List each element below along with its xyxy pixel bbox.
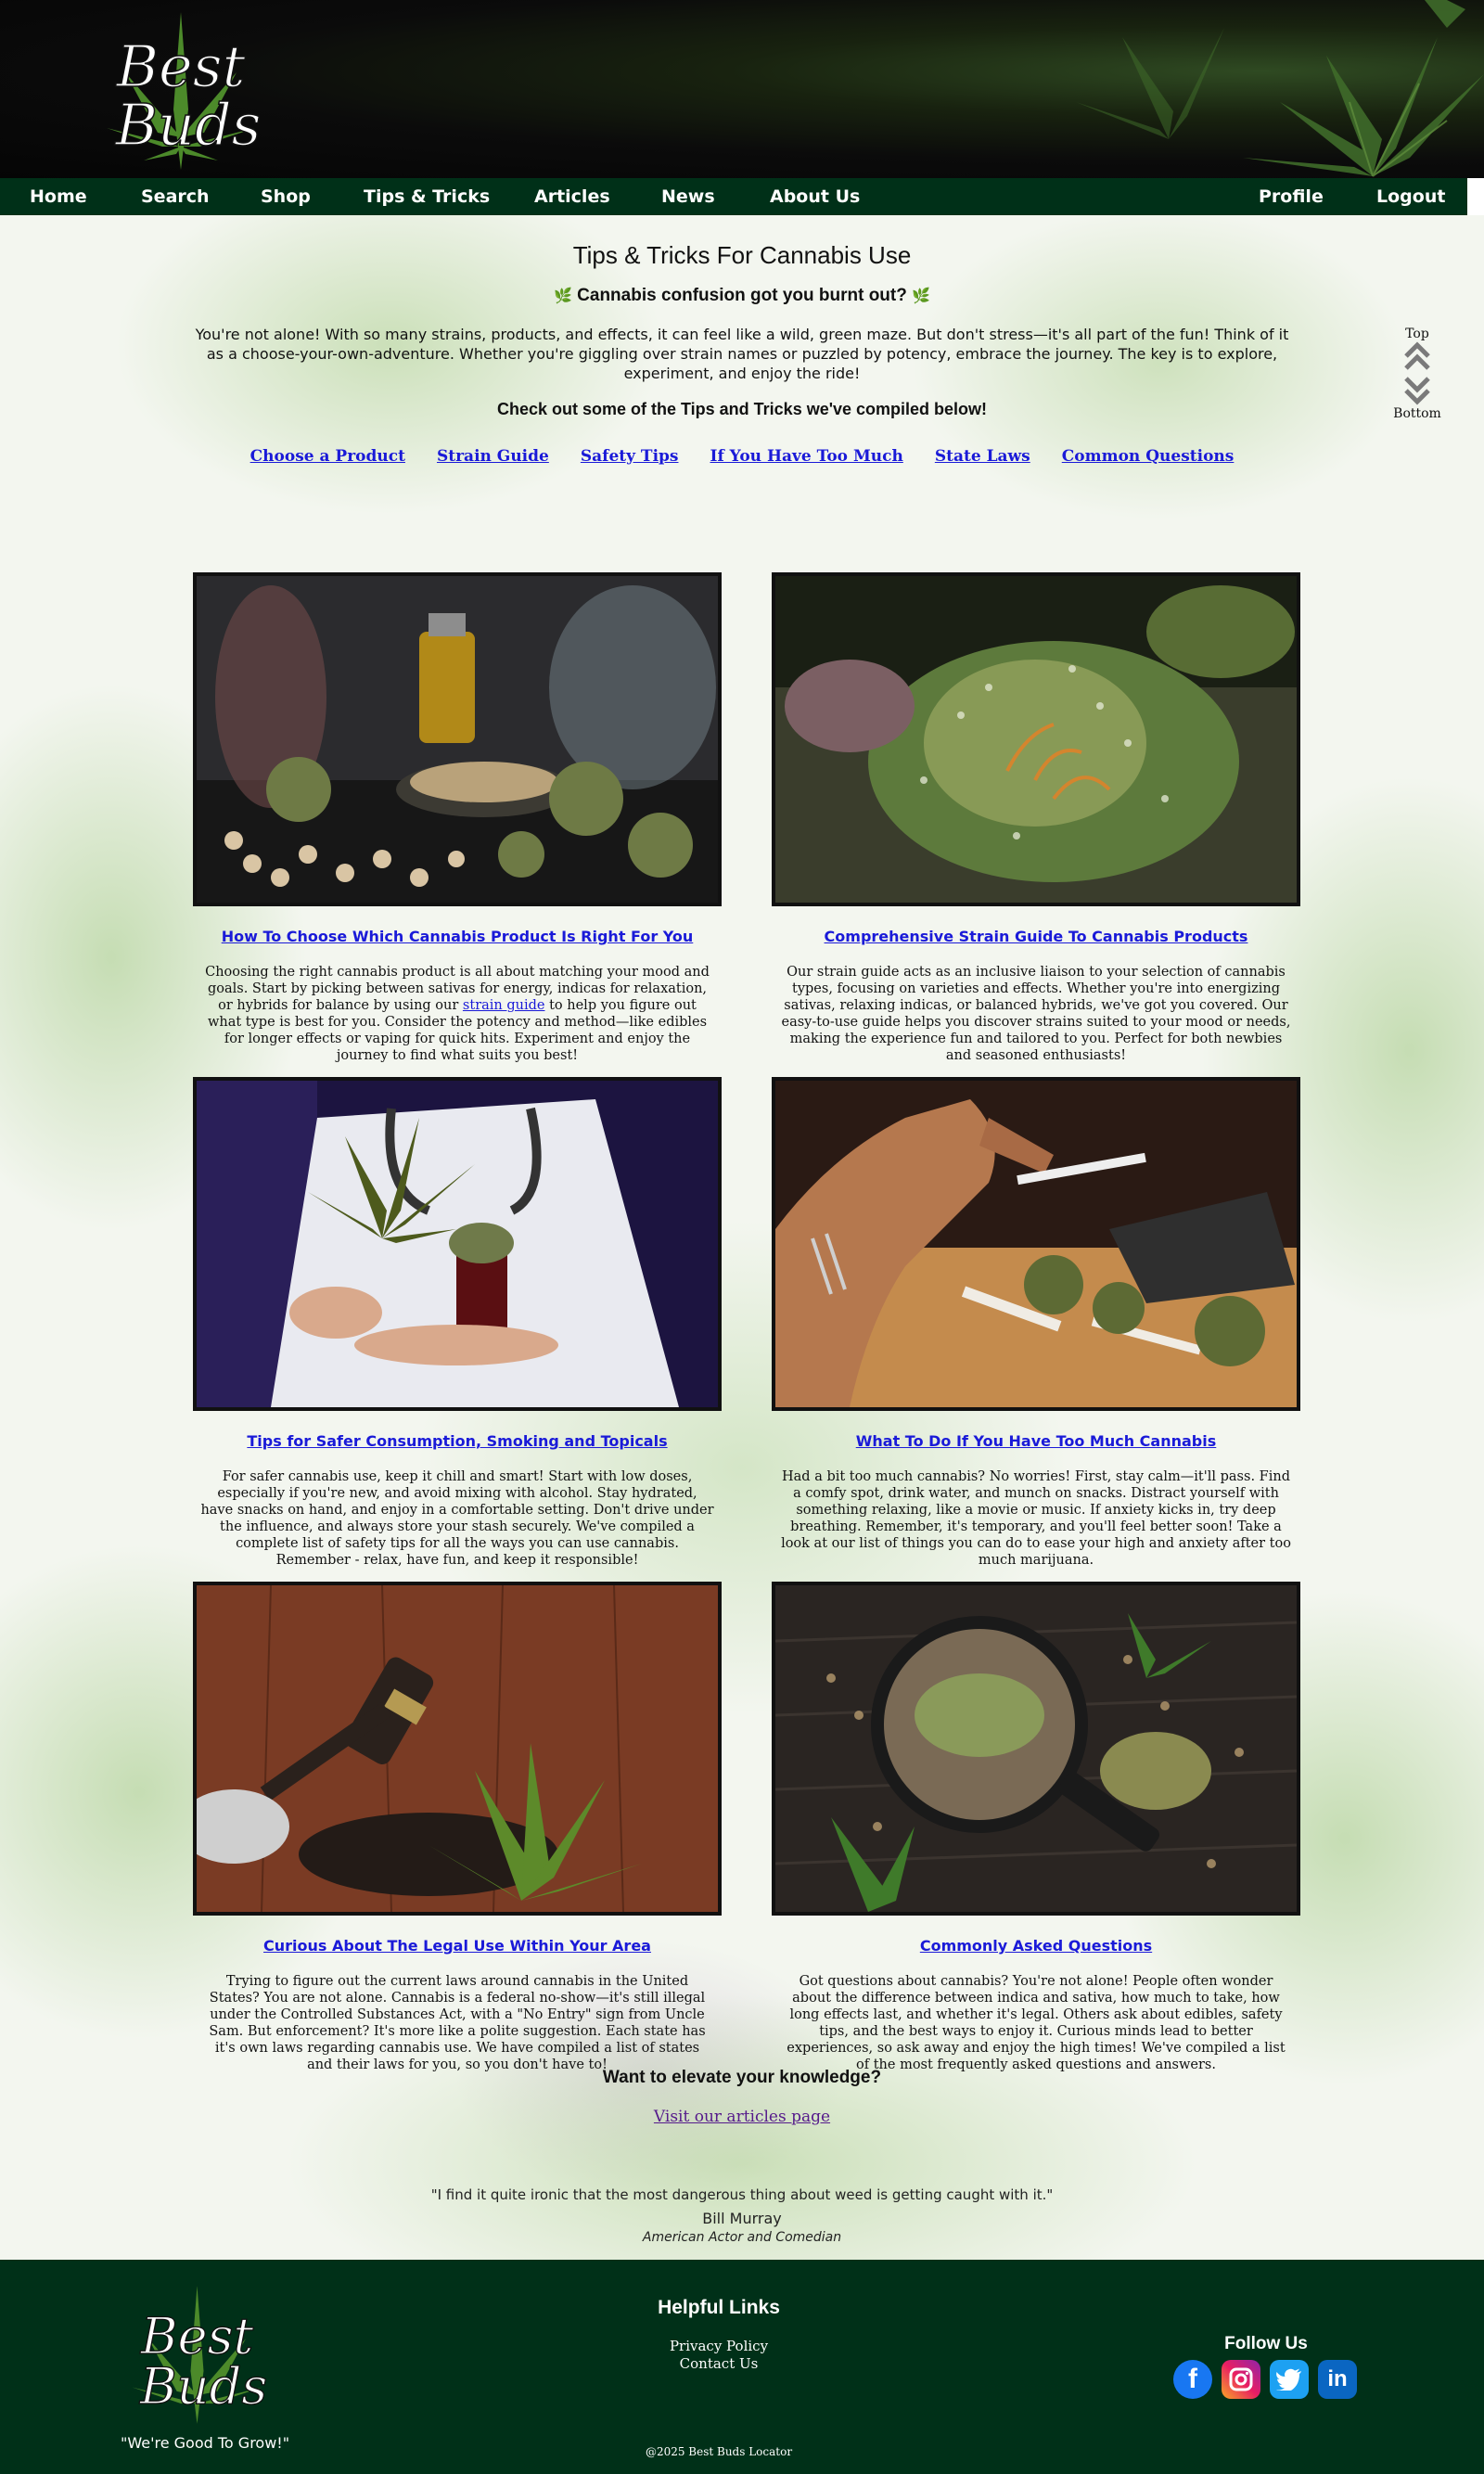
cannabis-products-image[interactable] [193,572,722,906]
scroll-down-icon[interactable] [1403,375,1431,406]
card-choose-product: How To Choose Which Cannabis Product Is … [193,572,722,1064]
scroll-control: Top Bottom [1388,327,1446,421]
card-description: Trying to figure out the current laws ar… [209,1974,706,2072]
card-title-link[interactable]: Curious About The Legal Use Within Your … [193,1937,722,1955]
quote-text: "I find it quite ironic that the most da… [430,2186,1054,2203]
quick-link-safety-tips[interactable]: Safety Tips [581,447,679,466]
magnifier-over-cannabis-image[interactable] [772,1582,1300,1916]
nav-home[interactable]: Home [30,186,87,207]
copyright-text: @2025 Best Buds Locator [645,2445,793,2458]
quick-links: Choose a Product Strain Guide Safety Tip… [0,447,1484,466]
site-header: Best Buds [0,0,1484,178]
articles-link-wrapper: Visit our articles page [0,2108,1484,2126]
nav-news[interactable]: News [661,186,715,207]
gavel-with-cannabis-leaf-image[interactable] [193,1582,722,1916]
nav-logout[interactable]: Logout [1376,186,1445,207]
svg-text:Buds: Buds [115,91,262,159]
nav-shop[interactable]: Shop [261,186,311,207]
card-too-much: What To Do If You Have Too Much Cannabis… [772,1077,1300,1569]
nav-profile[interactable]: Profile [1259,186,1324,207]
card-description: Our strain guide acts as an inclusive li… [781,965,1291,1063]
card-description: Choosing the right cannabis product is a… [205,965,710,1063]
card-title-link[interactable]: Tips for Safer Consumption, Smoking and … [193,1432,722,1450]
sprig-icon: 🌿 [553,288,572,304]
footer-links: Privacy Policy Contact Us [603,2338,835,2373]
card-title-link[interactable]: Comprehensive Strain Guide To Cannabis P… [772,928,1300,945]
scroll-bottom-label[interactable]: Bottom [1388,406,1446,421]
card-description: Had a bit too much cannabis? No worries!… [781,1469,1291,1568]
elevate-heading: Want to elevate your knowledge? [602,2068,882,2087]
nav-tips-tricks[interactable]: Tips & Tricks [364,186,490,207]
quote-author: Bill Murray [702,2210,782,2227]
main-nav: Home Search Shop Tips & Tricks Articles … [0,178,1467,215]
card-description: Got questions about cannabis? You're not… [787,1974,1286,2072]
nav-search[interactable]: Search [141,186,210,207]
doctor-holding-cannabis-image[interactable] [193,1077,722,1411]
quick-link-common-questions[interactable]: Common Questions [1062,447,1235,466]
helpful-links-heading: Helpful Links [658,2297,780,2318]
nav-about-us[interactable]: About Us [770,186,860,207]
quick-link-state-laws[interactable]: State Laws [935,447,1030,466]
facebook-icon[interactable]: f [1173,2360,1212,2399]
intro-paragraph: You're not alone! With so many strains, … [195,326,1289,382]
subtitle-text: Cannabis confusion got you burnt out? [577,286,907,305]
nav-articles[interactable]: Articles [534,186,610,207]
scroll-up-icon[interactable] [1403,341,1431,371]
contact-us-link[interactable]: Contact Us [603,2355,835,2373]
instagram-icon[interactable] [1222,2360,1260,2399]
card-title-link[interactable]: What To Do If You Have Too Much Cannabis [772,1432,1300,1450]
page-subtitle: 🌿 Cannabis confusion got you burnt out? … [0,286,1484,306]
footer-logo[interactable]: Best Buds [116,2278,278,2431]
card-state-laws: Curious About The Legal Use Within Your … [193,1582,722,2073]
hand-with-joint-image[interactable] [772,1077,1300,1411]
quick-link-too-much[interactable]: If You Have Too Much [710,447,903,466]
cannabis-leaf-background-image [1076,0,1484,177]
quick-link-strain-guide[interactable]: Strain Guide [437,447,549,466]
card-title-link[interactable]: Commonly Asked Questions [772,1937,1300,1955]
brand-logo[interactable]: Best Buds [88,7,274,174]
card-strain-guide: Comprehensive Strain Guide To Cannabis P… [772,572,1300,1064]
articles-page-link[interactable]: Visit our articles page [654,2108,830,2126]
strain-guide-inline-link[interactable]: strain guide [463,998,545,1013]
quick-link-choose-product[interactable]: Choose a Product [250,447,405,466]
twitter-icon[interactable] [1270,2360,1309,2399]
social-icons: f in [1173,2360,1357,2399]
site-footer: Best Buds "We're Good To Grow!" Helpful … [0,2260,1484,2474]
card-title-link[interactable]: How To Choose Which Cannabis Product Is … [193,928,722,945]
card-safety-tips: Tips for Safer Consumption, Smoking and … [193,1077,722,1569]
checkout-heading: Check out some of the Tips and Tricks we… [496,400,988,418]
linkedin-icon[interactable]: in [1318,2360,1357,2399]
page-title: Tips & Tricks For Cannabis Use [572,241,912,269]
sprig-icon: 🌿 [912,288,931,304]
svg-text:Buds: Buds [139,2357,267,2416]
card-description: For safer cannabis use, keep it chill an… [200,1469,714,1568]
card-common-questions: Commonly Asked Questions Got questions a… [772,1582,1300,2073]
follow-us-heading: Follow Us [1224,2334,1308,2353]
privacy-policy-link[interactable]: Privacy Policy [603,2338,835,2355]
cannabis-bud-closeup-image[interactable] [772,572,1300,906]
scroll-top-label[interactable]: Top [1388,327,1446,341]
main-content: Tips & Tricks For Cannabis Use 🌿 Cannabi… [0,215,1484,2260]
quote-author-role: American Actor and Comedian [642,2230,842,2245]
